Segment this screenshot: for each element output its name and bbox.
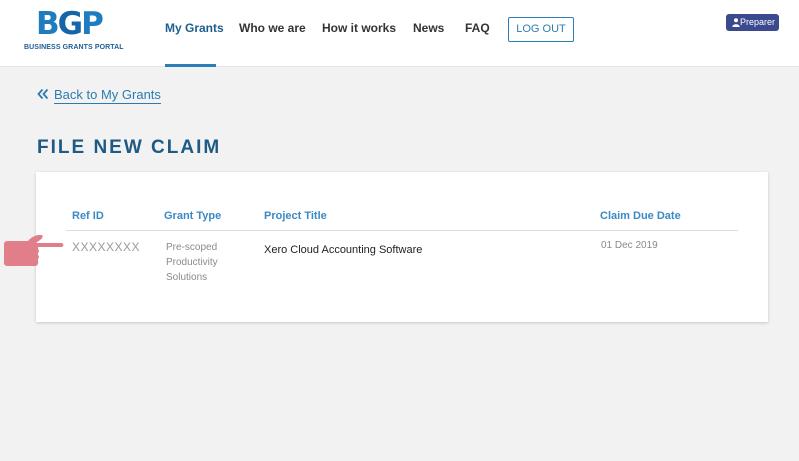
page-title: FILE NEW CLAIM (37, 137, 222, 158)
logo-subtitle: BUSINESS GRANTS PORTAL (24, 44, 124, 51)
nav-my-grants[interactable]: My Grants (165, 21, 224, 35)
active-nav-indicator (165, 64, 216, 67)
role-badge[interactable]: Preparer (726, 14, 779, 31)
user-icon (732, 18, 740, 27)
nav-how-it-works[interactable]: How it works (322, 21, 396, 35)
col-header-grant-type: Grant Type (164, 210, 222, 222)
back-link-label: Back to My Grants (54, 87, 161, 104)
logout-button[interactable]: LOG OUT (508, 17, 574, 42)
logo-mark: BGP (36, 6, 104, 42)
header-divider (66, 230, 738, 231)
nav-news[interactable]: News (413, 21, 444, 35)
project-title-cell[interactable]: Xero Cloud Accounting Software (264, 244, 422, 256)
site-header: BGP BUSINESS GRANTS PORTAL My Grants Who… (0, 0, 799, 67)
col-header-project-title: Project Title (264, 210, 327, 222)
nav-who-we-are[interactable]: Who we are (239, 21, 306, 35)
col-header-claim-due-date: Claim Due Date (600, 210, 681, 222)
claims-table-card: Ref ID Grant Type Project Title Claim Du… (36, 172, 768, 322)
grant-type-line: Pre-scoped (166, 242, 218, 253)
col-header-ref-id: Ref ID (72, 210, 104, 222)
grant-type-line: Productivity (166, 257, 218, 268)
grant-type-cell: Pre-scoped Productivity Solutions (166, 240, 218, 285)
bgp-logo[interactable]: BGP BUSINESS GRANTS PORTAL (24, 6, 124, 56)
double-chevron-left-icon (37, 88, 49, 100)
claim-due-date-cell: 01 Dec 2019 (601, 240, 658, 251)
nav-faq[interactable]: FAQ (465, 21, 490, 35)
grant-type-line: Solutions (166, 272, 208, 283)
pointing-hand-icon (4, 235, 64, 266)
role-badge-label: Preparer (739, 17, 775, 27)
ref-id-cell[interactable]: XXXXXXXX (72, 240, 140, 254)
